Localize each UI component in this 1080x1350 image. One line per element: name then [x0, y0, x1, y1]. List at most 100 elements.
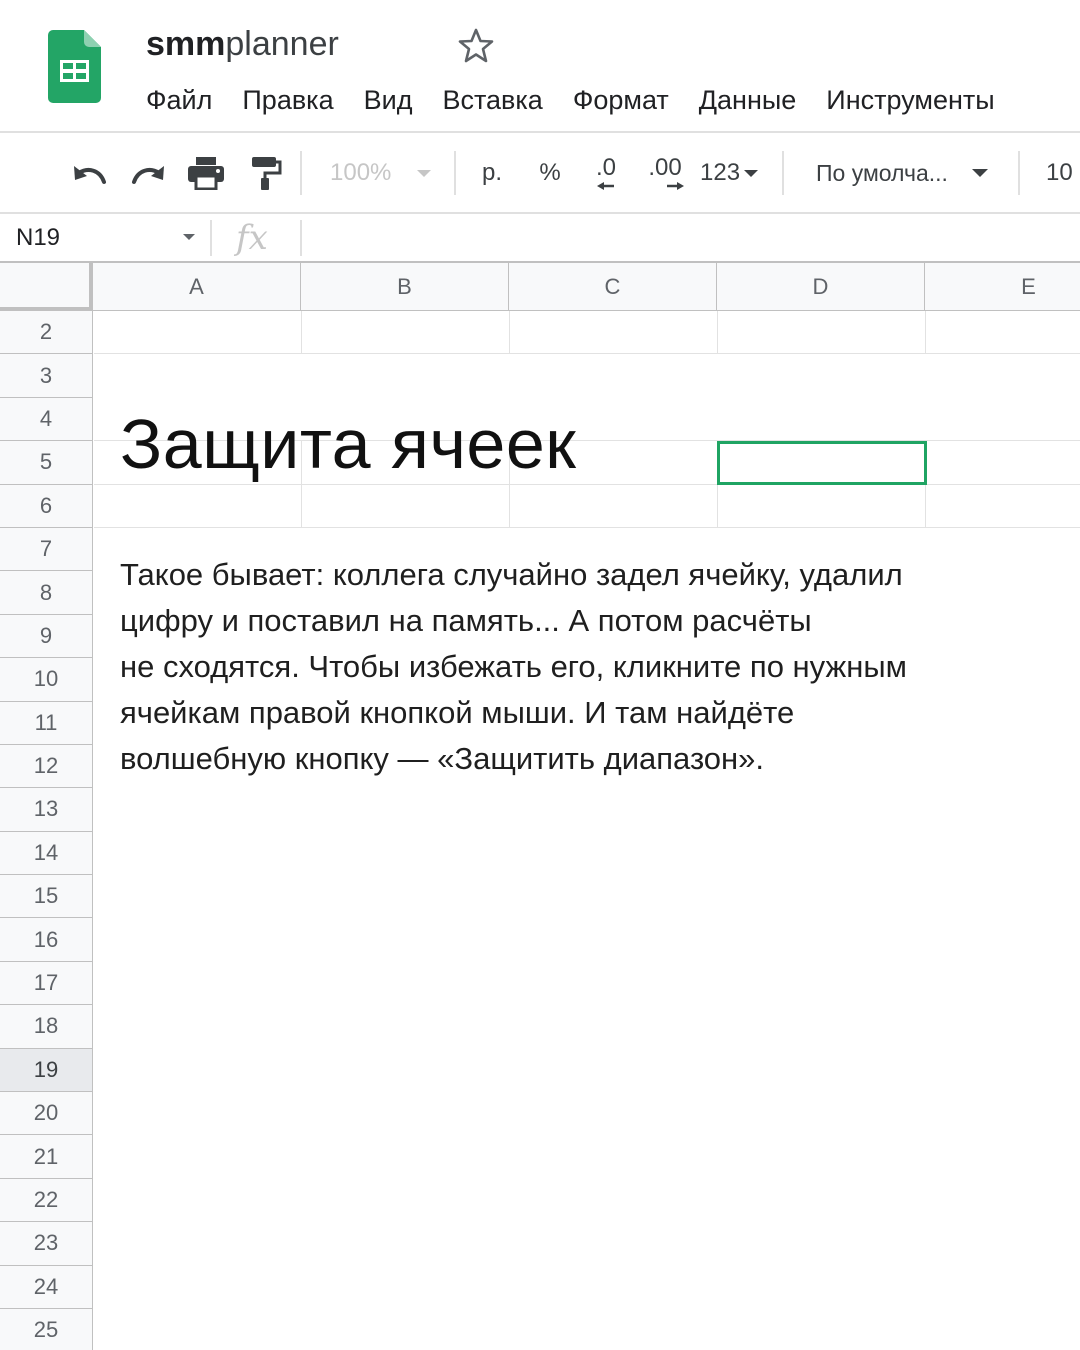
grid-cell[interactable] [926, 441, 1080, 485]
row-header[interactable]: 10 [0, 658, 93, 702]
percent-format-button[interactable]: % [532, 153, 568, 193]
selected-cell[interactable] [717, 441, 927, 485]
menu-format[interactable]: Формат [573, 80, 669, 120]
row-header[interactable]: 18 [0, 1005, 93, 1049]
fx-icon: fx [236, 218, 268, 258]
column-header-d[interactable]: D [717, 263, 925, 311]
redo-icon [132, 166, 164, 184]
row-header[interactable]: 12 [0, 744, 93, 789]
sheets-logo-icon[interactable] [48, 30, 101, 103]
chevron-down-icon [183, 234, 195, 240]
redo-button[interactable] [128, 153, 168, 193]
title-bold: smm [146, 25, 226, 63]
menu-bar: Файл Правка Вид Вставка Формат Данные Ин… [146, 80, 1025, 120]
formula-separator [300, 220, 302, 256]
body-line: не сходятся. Чтобы избежать его, кликнит… [120, 649, 907, 684]
formula-input[interactable] [310, 220, 1074, 258]
row-header[interactable]: 24 [0, 1265, 93, 1309]
column-header-c[interactable]: C [509, 263, 717, 311]
row-header[interactable]: 9 [0, 614, 93, 659]
grid-cell[interactable] [510, 311, 718, 355]
decrease-decimals-button[interactable]: .0 [586, 153, 626, 193]
column-header-a[interactable]: A [93, 263, 301, 311]
toolbar-separator [454, 151, 456, 195]
grid-cell[interactable] [94, 484, 302, 528]
paint-format-icon [252, 157, 282, 190]
row-header[interactable]: 8 [0, 571, 93, 615]
grid-cell[interactable] [926, 485, 1080, 528]
column-header-e[interactable]: E [925, 263, 1080, 311]
row-header[interactable]: 14 [0, 831, 93, 876]
grid-cell[interactable] [718, 354, 926, 442]
chevron-down-icon [971, 169, 988, 177]
toolbar-separator [782, 151, 784, 195]
increase-decimals-label: .00 [648, 154, 682, 181]
menu-edit[interactable]: Правка [242, 80, 333, 120]
arrow-right-icon [667, 182, 684, 190]
font-size-select[interactable]: 10 [1046, 153, 1080, 193]
document-title[interactable]: smmplanner [146, 22, 339, 66]
undo-icon [74, 166, 106, 184]
more-formats-select[interactable]: 123 [700, 153, 766, 193]
row-header[interactable]: 5 [0, 441, 93, 485]
arrow-left-icon [597, 182, 614, 190]
more-formats-label: 123 [700, 159, 741, 186]
row-header[interactable]: 13 [0, 788, 93, 832]
grid-cell[interactable] [718, 484, 926, 528]
title-light: planner [225, 25, 339, 63]
app-header: smmplanner Файл Правка Вид Вставка Форма… [0, 0, 1080, 132]
menu-file[interactable]: Файл [146, 80, 212, 120]
row-header[interactable]: 2 [0, 311, 93, 355]
increase-decimals-button[interactable]: .00 [643, 153, 687, 193]
row-headers: 2 3 4 5 6 7 8 9 10 11 12 13 14 15 16 17 18 19 20 21 22 23 24 25 [0, 311, 93, 1350]
toolbar-separator [300, 151, 302, 195]
row-header[interactable]: 15 [0, 875, 93, 919]
row-header[interactable]: 3 [0, 354, 93, 398]
font-family-select[interactable]: По умолча... [816, 153, 1002, 193]
currency-label: р. [481, 159, 502, 186]
menu-data[interactable]: Данные [699, 80, 797, 120]
row-header[interactable]: 7 [0, 527, 93, 572]
name-box[interactable]: N19 [0, 214, 210, 262]
toolbar: 100% р. % .0 .00 123 По умолча... 10 [0, 133, 1080, 213]
decrease-decimals-label: .0 [595, 154, 616, 181]
body-line: волшебную кнопку — «Защитить диапазон». [120, 741, 765, 776]
grid-cell[interactable] [926, 354, 1080, 442]
grid-cell[interactable] [718, 311, 926, 355]
row-header[interactable]: 22 [0, 1178, 93, 1223]
menu-tools[interactable]: Инструменты [826, 80, 994, 120]
undo-button[interactable] [70, 153, 110, 193]
row-header[interactable]: 4 [0, 397, 93, 442]
toolbar-separator [1018, 151, 1020, 195]
row-header[interactable]: 19 [0, 1048, 93, 1093]
star-icon[interactable] [456, 26, 496, 66]
row-header[interactable]: 23 [0, 1222, 93, 1266]
grid-cell[interactable] [926, 311, 1080, 355]
row-header[interactable]: 6 [0, 484, 93, 528]
grid-cell[interactable] [94, 311, 302, 355]
row-header[interactable]: 25 [0, 1308, 93, 1350]
percent-label: % [539, 159, 561, 186]
row-header[interactable]: 20 [0, 1092, 93, 1136]
grid-cell[interactable] [510, 484, 718, 528]
print-button[interactable] [186, 153, 226, 193]
currency-format-button[interactable]: р. [474, 153, 510, 193]
menu-insert[interactable]: Вставка [442, 80, 542, 120]
column-header-b[interactable]: B [301, 263, 509, 311]
chevron-down-icon [744, 169, 759, 177]
column-headers: A B C D E [93, 263, 1080, 311]
body-line: цифру и поставил на память... А потом ра… [120, 603, 812, 638]
zoom-select[interactable]: 100% [330, 153, 440, 193]
row-header[interactable]: 17 [0, 961, 93, 1006]
font-size-value: 10 [1046, 159, 1073, 186]
print-icon [188, 157, 224, 190]
row-header[interactable]: 16 [0, 918, 93, 962]
paint-format-button[interactable] [246, 153, 286, 193]
row-header[interactable]: 11 [0, 701, 93, 745]
menu-view[interactable]: Вид [364, 80, 413, 120]
formula-separator [210, 220, 212, 256]
grid-cell[interactable] [302, 484, 510, 528]
select-all-corner[interactable] [0, 263, 93, 311]
grid-cell[interactable] [302, 311, 510, 355]
row-header[interactable]: 21 [0, 1135, 93, 1179]
